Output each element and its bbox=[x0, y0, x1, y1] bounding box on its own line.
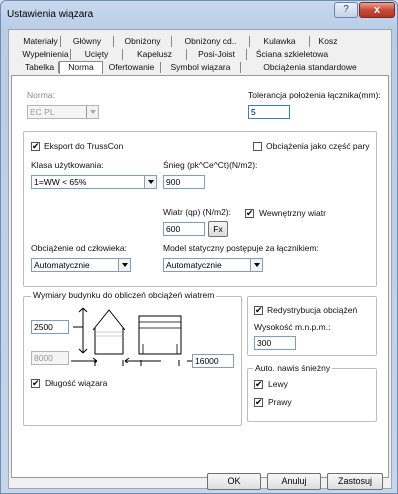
lewy-label: Lewy bbox=[268, 379, 288, 389]
model-statyczny-value: Automatycznie bbox=[166, 260, 222, 270]
help-button[interactable]: ? bbox=[334, 2, 358, 18]
building-length-value: 16000 bbox=[195, 356, 219, 366]
prawy-checkbox[interactable]: ✔ bbox=[254, 398, 263, 407]
tab-materialy[interactable]: Materiały bbox=[21, 36, 61, 47]
building-width-value: 8000 bbox=[34, 353, 53, 363]
chevron-down-icon bbox=[250, 259, 262, 271]
chevron-down-icon bbox=[86, 106, 98, 118]
klasa-label: Klasa użytkowania: bbox=[31, 160, 104, 170]
tolerancja-label: Tolerancja położenia łącznika(mm): bbox=[248, 90, 381, 100]
tab-row-3: Tabelka Norma Ofertowanie Symbol wiązara… bbox=[21, 61, 379, 74]
wiatr-label: Wiatr (qp) (N/m2): bbox=[163, 207, 231, 217]
tab-kapelusz[interactable]: Kapelusz bbox=[123, 49, 187, 60]
lewy-checkbox[interactable]: ✔ bbox=[254, 380, 263, 389]
settings-dialog: Ustawienia wiązara ? x Materiały Główny … bbox=[0, 0, 398, 494]
close-button[interactable]: x bbox=[359, 2, 395, 18]
anuluj-button[interactable]: Anuluj bbox=[267, 473, 321, 490]
building-width-input: 8000 bbox=[31, 351, 69, 365]
model-statyczny-select[interactable]: Automatycznie bbox=[163, 258, 263, 272]
tolerancja-value: 5 bbox=[251, 107, 256, 117]
tab-symbol-wiazara[interactable]: Symbol wiązara bbox=[161, 62, 241, 73]
tab-norma[interactable]: Norma bbox=[59, 61, 103, 74]
obciazenia-czesc-pary-label: Obciążenia jako część pary bbox=[266, 141, 370, 151]
tab-kosz[interactable]: Kosz bbox=[310, 36, 346, 47]
wysokosc-label: Wysokość m.n.p.m.: bbox=[254, 322, 331, 332]
obciazenie-czlowieka-value: Automatycznie bbox=[34, 260, 90, 270]
eksport-checkbox[interactable]: ✔ bbox=[31, 142, 40, 151]
ok-button[interactable]: OK bbox=[207, 473, 261, 490]
fx-button[interactable]: Fx bbox=[208, 221, 228, 237]
obciazenie-czlowieka-label: Obciążenie od człowieka: bbox=[31, 243, 127, 253]
tab-kulawka[interactable]: Kulawka bbox=[250, 36, 310, 47]
wysokosc-value: 300 bbox=[257, 338, 272, 348]
eksport-label: Eksport do TrussCon bbox=[44, 141, 124, 151]
tab-ofertowanie[interactable]: Ofertowanie bbox=[103, 62, 161, 73]
obciazenie-czlowieka-select[interactable]: Automatycznie bbox=[31, 258, 131, 272]
dlugosc-wiazara-label: Długość wiązara bbox=[45, 378, 108, 388]
tab-glowny[interactable]: Główny bbox=[61, 36, 114, 47]
zastosuj-button[interactable]: Zastosuj bbox=[327, 473, 383, 490]
snieg-value: 900 bbox=[166, 177, 181, 187]
redystrybucja-checkbox[interactable]: ✔ bbox=[254, 306, 263, 315]
wysokosc-input[interactable]: 300 bbox=[254, 336, 296, 350]
auto-nawis-legend: Auto. nawis śnieżny bbox=[253, 363, 333, 373]
building-height-input[interactable]: 2500 bbox=[31, 320, 69, 334]
norma-select: EC PL bbox=[27, 105, 99, 119]
window-title: Ustawienia wiązara bbox=[7, 9, 94, 20]
tab-obnizony-cd[interactable]: Obniżony cd.. bbox=[172, 36, 250, 47]
wiatr-value: 600 bbox=[166, 224, 181, 234]
tolerancja-input[interactable]: 5 bbox=[248, 105, 290, 119]
building-height-value: 2500 bbox=[34, 322, 53, 332]
tab-wypelnienia[interactable]: Wypełnienia bbox=[21, 49, 71, 60]
dialog-client-area: Materiały Główny Obniżony Obniżony cd.. … bbox=[8, 29, 392, 489]
building-length-input[interactable]: 16000 bbox=[192, 354, 234, 368]
wiatr-input[interactable]: 600 bbox=[163, 222, 205, 236]
tab-sciana-szkieletowa[interactable]: Ściana szkieletowa bbox=[247, 49, 337, 60]
model-statyczny-label: Model statyczny postępuje za łącznikiem: bbox=[163, 243, 319, 253]
norma-label: Norma: bbox=[27, 90, 55, 100]
obciazenia-czesc-pary-checkbox[interactable] bbox=[253, 142, 262, 151]
tab-posi-joist[interactable]: Posi-Joist bbox=[187, 49, 247, 60]
prawy-label: Prawy bbox=[268, 397, 292, 407]
norma-value: EC PL bbox=[30, 107, 55, 117]
tab-obciazenia-standardowe[interactable]: Obciążenia standardowe bbox=[241, 62, 379, 73]
tab-row-1: Materiały Główny Obniżony Obniżony cd.. … bbox=[21, 36, 346, 47]
klasa-value: 1=WW < 65% bbox=[34, 177, 87, 187]
tab-obnizony[interactable]: Obniżony bbox=[114, 36, 172, 47]
title-bar[interactable]: Ustawienia wiązara ? x bbox=[1, 1, 397, 27]
dlugosc-wiazara-checkbox[interactable]: ✔ bbox=[31, 379, 40, 388]
chevron-down-icon bbox=[144, 176, 156, 188]
chevron-down-icon bbox=[118, 259, 130, 271]
tab-tabelka[interactable]: Tabelka bbox=[21, 62, 59, 73]
snieg-label: Śnieg (pk^Ce^Ct)(N/m2): bbox=[163, 160, 258, 170]
tab-row-2: Wypełnienia Ucięty Kapelusz Posi-Joist Ś… bbox=[21, 49, 337, 60]
klasa-select[interactable]: 1=WW < 65% bbox=[31, 175, 157, 189]
wewnetrzny-wiatr-checkbox[interactable]: ✔ bbox=[245, 209, 254, 218]
auto-nawis-group bbox=[247, 368, 377, 422]
wewnetrzny-wiatr-label: Wewnętrzny wiatr bbox=[259, 208, 326, 218]
redystrybucja-label: Redystrybucja obciążeń bbox=[267, 305, 358, 315]
tab-uciety[interactable]: Ucięty bbox=[71, 49, 123, 60]
snieg-input[interactable]: 900 bbox=[163, 175, 205, 189]
